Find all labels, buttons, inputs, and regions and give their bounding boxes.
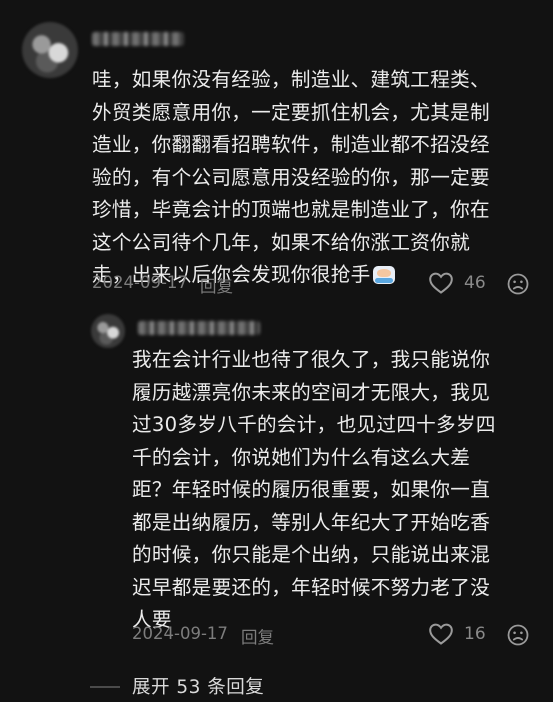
- comment-date: 2024-09-17: [92, 273, 188, 292]
- grimacing-face-icon: [372, 266, 395, 284]
- reply-username-blurred[interactable]: [138, 321, 260, 335]
- expand-replies-button[interactable]: 展开 53 条回复: [132, 673, 264, 699]
- comment-reply-button[interactable]: 回复: [200, 273, 233, 297]
- reply-date: 2024-09-17: [132, 624, 228, 643]
- unhappy-face-icon[interactable]: [507, 624, 529, 646]
- reply-like-count: 16: [464, 624, 486, 644]
- comment-like-button[interactable]: 46: [428, 271, 486, 295]
- commenter-username-blurred[interactable]: [92, 32, 184, 46]
- reply-text: 我在会计行业也待了很久了，我只能说你 履历越漂亮你未来的空间才无限大，我见 过3…: [132, 348, 496, 631]
- unhappy-face-icon[interactable]: [507, 273, 529, 295]
- reply-reply-button[interactable]: 回复: [241, 624, 274, 648]
- comment-like-count: 46: [464, 273, 486, 293]
- reply-avatar[interactable]: [91, 314, 125, 348]
- heart-outline-icon: [429, 623, 453, 645]
- reply-like-button[interactable]: 16: [428, 622, 486, 646]
- comment-text: 哇，如果你没有经验，制造业、建筑工程类、 外贸类愿意用你，一定要抓住机会，尤其是…: [92, 64, 542, 292]
- commenter-avatar[interactable]: [22, 22, 78, 78]
- expand-divider: [90, 686, 120, 688]
- heart-outline-icon: [429, 272, 453, 294]
- comment-text-body: 哇，如果你没有经验，制造业、建筑工程类、 外贸类愿意用你，一定要抓住机会，尤其是…: [92, 68, 490, 286]
